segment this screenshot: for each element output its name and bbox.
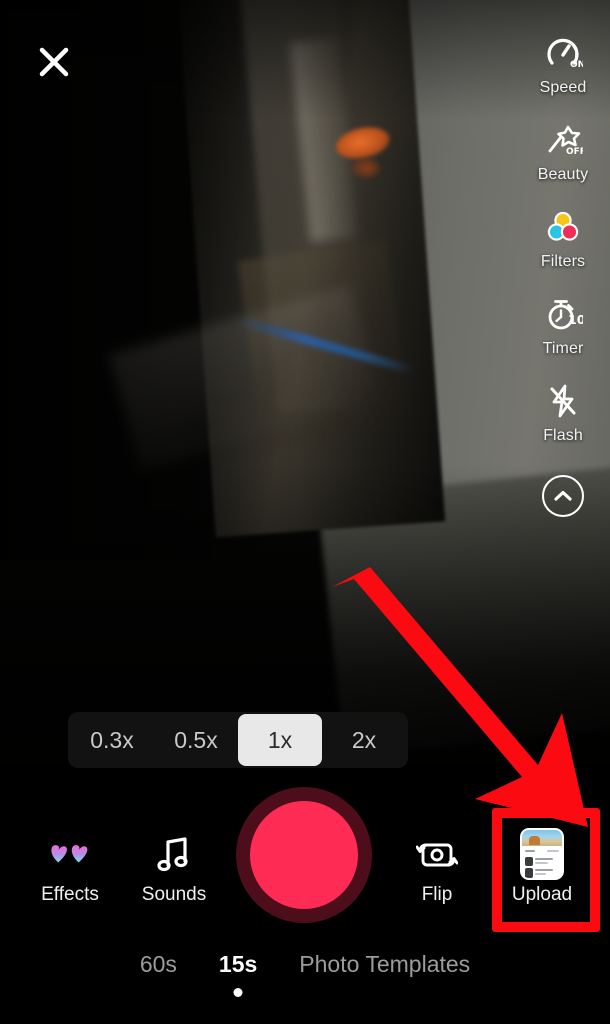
- thumbnail-line: [535, 872, 547, 875]
- upload-button[interactable]: Upload: [494, 828, 590, 906]
- thumbnail-banner: [522, 830, 562, 847]
- zoom-chip-0.3x[interactable]: 0.3x: [70, 714, 154, 766]
- mode-selected-dot: [233, 988, 243, 997]
- music-note-icon: [152, 832, 196, 876]
- effects-button[interactable]: Effects: [22, 832, 118, 906]
- color-circles-icon: [542, 206, 584, 248]
- zoom-chip-0.5x[interactable]: 0.5x: [154, 714, 238, 766]
- tool-rail: ON Speed OFF Beauty Filters 10 Timer Fla…: [524, 32, 602, 517]
- gallery-thumbnail-icon: [520, 828, 564, 880]
- tool-label-speed: Speed: [539, 79, 587, 96]
- tool-item-speed[interactable]: ON Speed: [524, 32, 602, 97]
- chevron-up-circle-icon: [554, 490, 572, 501]
- close-button[interactable]: [30, 38, 78, 86]
- upload-label: Upload: [511, 884, 573, 905]
- thumbnail-line: [535, 868, 554, 872]
- mode-selector: 60s 15s Photo Templates: [0, 949, 610, 997]
- stopwatch-icon: 10: [542, 293, 584, 335]
- svg-text:10: 10: [568, 312, 583, 327]
- tool-label-filters: Filters: [540, 253, 586, 270]
- sounds-button[interactable]: Sounds: [126, 832, 222, 906]
- svg-text:ON: ON: [570, 60, 583, 70]
- tool-item-filters[interactable]: Filters: [524, 206, 602, 271]
- speedometer-icon: ON: [542, 32, 584, 74]
- tool-label-flash: Flash: [543, 427, 583, 444]
- tiktok-camera-screen: ON Speed OFF Beauty Filters 10 Timer Fla…: [0, 0, 610, 1024]
- camera-flip-icon: [415, 832, 459, 876]
- record-button[interactable]: [236, 787, 372, 923]
- thumbnail-block: [524, 856, 533, 867]
- sounds-label: Sounds: [141, 884, 207, 905]
- svg-text:OFF: OFF: [566, 147, 583, 157]
- zoom-chip-2x[interactable]: 2x: [322, 714, 406, 766]
- mode-item-15s[interactable]: 15s: [215, 949, 261, 997]
- upload-thumbnail-image: [520, 828, 564, 880]
- preview-orange-shadow: [352, 158, 380, 178]
- zoom-chip-1x[interactable]: 1x: [238, 714, 322, 766]
- thumbnail-line: [535, 857, 554, 860]
- heart-sunglasses-icon: [48, 832, 92, 876]
- zoom-level-bar: 0.3x 0.5x 1x 2x: [68, 712, 408, 768]
- tool-item-flash[interactable]: Flash: [524, 380, 602, 445]
- expand-tools-button[interactable]: [542, 475, 584, 517]
- tool-label-beauty: Beauty: [537, 166, 589, 183]
- close-icon: [39, 47, 69, 77]
- effects-label: Effects: [41, 884, 99, 905]
- tool-item-timer[interactable]: 10 Timer: [524, 293, 602, 358]
- flip-label: Flip: [421, 884, 453, 905]
- thumbnail-line: [535, 861, 548, 864]
- thumbnail-line: [546, 850, 559, 853]
- thumbnail-line: [524, 850, 536, 853]
- flash-off-icon: [542, 380, 584, 422]
- tool-item-beauty[interactable]: OFF Beauty: [524, 119, 602, 184]
- mode-item-photo-templates[interactable]: Photo Templates: [295, 949, 474, 980]
- mode-item-15s-label: 15s: [218, 951, 258, 977]
- tool-label-timer: Timer: [542, 340, 584, 357]
- thumbnail-block: [524, 867, 533, 878]
- mode-item-60s[interactable]: 60s: [136, 949, 181, 980]
- record-button-inner: [250, 801, 358, 909]
- flip-camera-button[interactable]: Flip: [389, 832, 485, 906]
- magic-wand-icon: OFF: [542, 119, 584, 161]
- preview-vignette-top: [0, 0, 610, 120]
